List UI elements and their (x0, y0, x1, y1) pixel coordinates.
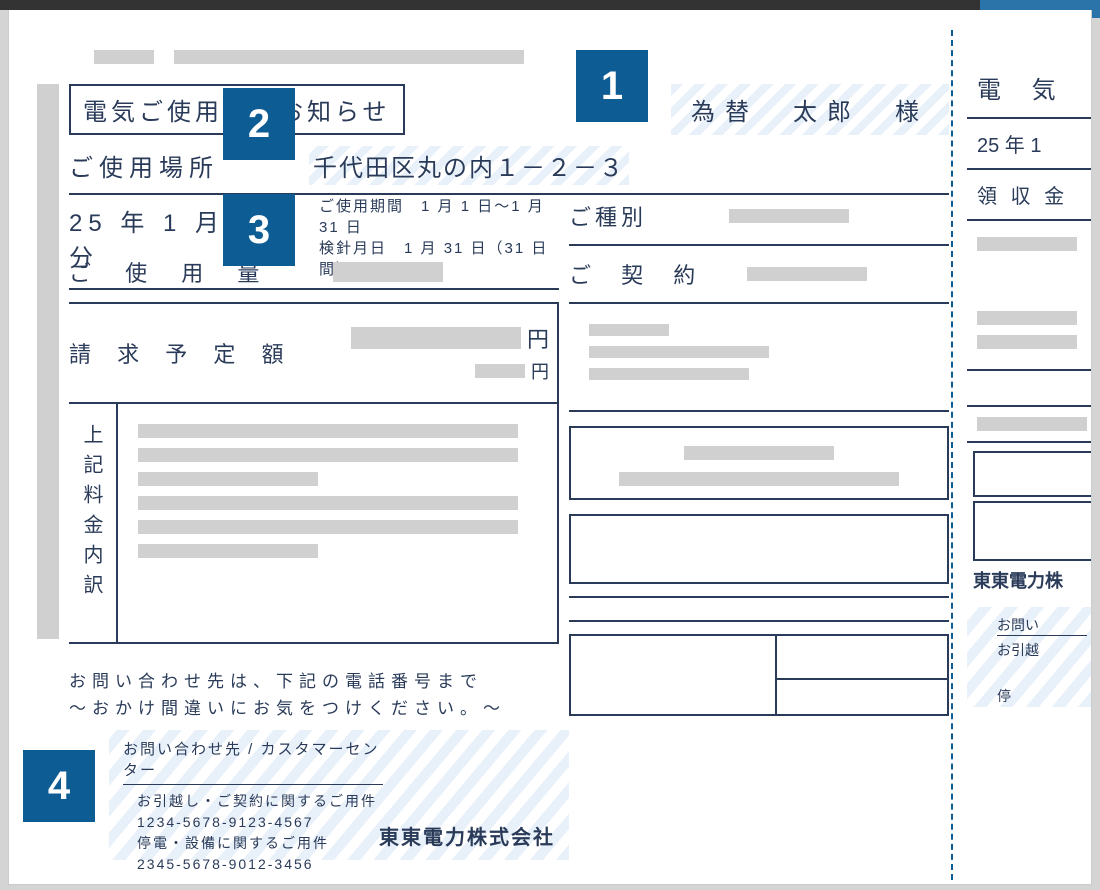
placeholder (475, 364, 525, 378)
contact-line1: お問い合わせ先は、下記の電話番号まで (69, 668, 506, 695)
stub-contact1: お問い (997, 615, 1087, 636)
stub-row2: 領 収 金 (967, 170, 1091, 221)
billing-label: 請 求 予 定 額 (69, 337, 293, 369)
document-page: 電気ご使用量のお知らせ 為替 太郎 様 ご使用場所 千代田区丸の内１－２－３ 2… (8, 10, 1092, 885)
company-name: 東東電力株式会社 (379, 821, 555, 850)
marker-1: 1 (576, 50, 648, 122)
address-value: 千代田区丸の内１－２－３ (309, 146, 629, 185)
contact-text: お問い合わせ先は、下記の電話番号まで ～おかけ間違いにお気をつけください。～ (69, 668, 506, 722)
placeholder (174, 50, 524, 64)
left-margin-bar (37, 84, 59, 639)
billing-row: 請 求 予 定 額 円 円 (69, 304, 559, 404)
right-box-3 (569, 634, 949, 716)
type-label: ご種別 (569, 200, 689, 232)
stub-contact3: 停 (997, 686, 1091, 706)
marker-3: 3 (223, 194, 295, 266)
partial-stub: 電 気 25 年 1 領 収 金 東東電力株 お問い お引越 停 (967, 70, 1091, 707)
usage-row: ご 使 用 量 (69, 242, 559, 304)
marker-4: 4 (23, 750, 95, 822)
placeholder (94, 50, 154, 64)
placeholder (351, 327, 521, 349)
customer-name: 為替 太郎 様 (671, 84, 949, 135)
placeholder (747, 267, 867, 281)
placeholder (729, 209, 849, 223)
right-mid-block (569, 304, 949, 412)
period-label: ご使用期間 (319, 198, 404, 215)
move-label: お引越し・ご契約に関するご用件 (137, 791, 555, 811)
contact-line2: ～おかけ間違いにお気をつけください。～ (69, 695, 506, 722)
outage-tel: 2345-5678-9012-3456 (137, 856, 555, 872)
location-label: ご使用場所 (69, 148, 249, 183)
contact-box: お問い合わせ先 / カスタマーセンター お引越し・ご契約に関するご用件 1234… (109, 730, 569, 860)
location-row: ご使用場所 千代田区丸の内１－２－３ (69, 138, 949, 195)
yen-unit: 円 (531, 358, 549, 384)
marker-2: 2 (223, 88, 295, 160)
yen-unit: 円 (527, 322, 549, 354)
right-box-2 (569, 514, 949, 584)
contact-box-title: お問い合わせ先 / カスタマーセンター (123, 738, 383, 785)
right-box-1 (569, 426, 949, 500)
contract-label: ご 契 約 (569, 258, 707, 290)
stub-contact2: お引越 (997, 640, 1091, 660)
stub-row1: 25 年 1 (967, 117, 1091, 170)
breakdown-box: 上記料金内訳 (69, 404, 559, 644)
breakdown-label: 上記料金内訳 (69, 404, 118, 642)
type-row: ご種別 (569, 188, 949, 246)
stub-title: 電 気 (977, 70, 1091, 105)
placeholder (333, 262, 443, 282)
stub-company: 東東電力株 (973, 567, 1091, 593)
contract-row: ご 契 約 (569, 246, 949, 304)
perforated-line (951, 30, 953, 880)
